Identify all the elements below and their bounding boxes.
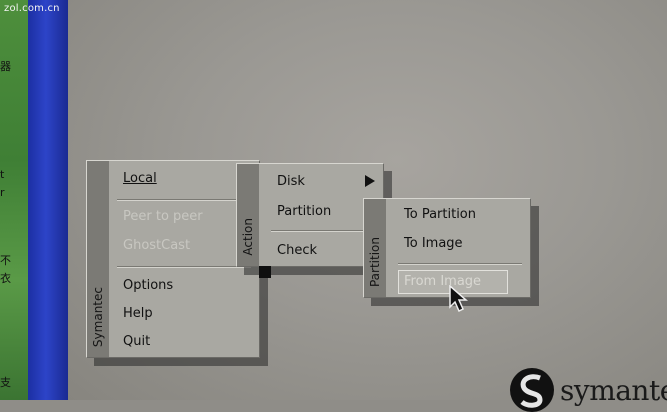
menu-separator <box>398 263 522 265</box>
menu-item-peer-to-peer: Peer to peer <box>123 209 203 224</box>
menu-item-quit[interactable]: Quit <box>123 334 150 349</box>
partition-menu-sidebar: Partition <box>364 199 386 297</box>
edge-glyph: 不 <box>0 254 11 267</box>
menu-item-help[interactable]: Help <box>123 306 153 321</box>
edge-glyph: 器 <box>0 60 11 73</box>
menu-item-options[interactable]: Options <box>123 278 173 293</box>
mouse-cursor-icon <box>449 285 468 313</box>
action-menu-sidebar-label: Action <box>241 218 255 256</box>
menu-item-help-label: Help <box>123 306 153 321</box>
menu-item-disk[interactable]: Disk <box>277 174 305 189</box>
menu-separator <box>117 266 251 268</box>
window-frame-edge <box>28 0 68 400</box>
action-menu-sidebar: Action <box>237 164 259 266</box>
menu-separator <box>271 230 377 232</box>
main-menu: Symantec Local Peer to peer GhostCast Op… <box>86 160 260 358</box>
menu-item-to-partition[interactable]: To Partition <box>404 207 476 222</box>
menu-item-peer-to-peer-label: Peer to peer <box>123 209 203 224</box>
menu-separator <box>117 199 251 201</box>
menu-item-to-image[interactable]: To Image <box>404 236 463 251</box>
symantec-logo-text: symantec <box>560 373 667 407</box>
watermark: zol.com.cn <box>4 3 60 14</box>
partition-menu: Partition To Partition To Image From Ima… <box>363 198 531 298</box>
edge-glyph: r <box>0 186 5 199</box>
menu-item-options-label: Options <box>123 278 174 293</box>
edge-glyph: 支 <box>0 376 11 389</box>
main-menu-sidebar-label: Symantec <box>91 286 105 347</box>
symantec-logo: symantec <box>510 368 667 412</box>
menu-item-partition[interactable]: Partition <box>277 204 331 219</box>
menu-item-ghostcast-label: GhostCast <box>123 238 191 253</box>
edge-glyph: t <box>0 168 5 181</box>
menu-item-local[interactable]: Local <box>123 171 157 186</box>
menu-item-to-partition-label: To Partition <box>404 207 476 222</box>
menu-item-ghostcast: GhostCast <box>123 238 190 253</box>
render-artifact <box>259 266 271 278</box>
action-menu: Action Disk Partition Check <box>236 163 384 267</box>
menu-item-disk-label: Disk <box>277 174 305 189</box>
menu-item-to-image-label: To Image <box>404 236 463 251</box>
menu-item-quit-label: Quit <box>123 334 151 349</box>
menu-item-partition-label: Partition <box>277 204 332 219</box>
edge-glyph: 衣 <box>0 272 11 285</box>
partition-menu-sidebar-label: Partition <box>368 236 382 287</box>
menu-item-check[interactable]: Check <box>277 243 317 258</box>
main-menu-sidebar: Symantec <box>87 161 109 357</box>
menu-item-check-label: Check <box>277 243 317 258</box>
left-desktop-edge: 器 t r 不 衣 支 <box>0 0 28 400</box>
symantec-logo-icon <box>510 368 554 412</box>
submenu-arrow-icon <box>365 175 375 187</box>
menu-item-local-label: Local <box>123 171 157 186</box>
